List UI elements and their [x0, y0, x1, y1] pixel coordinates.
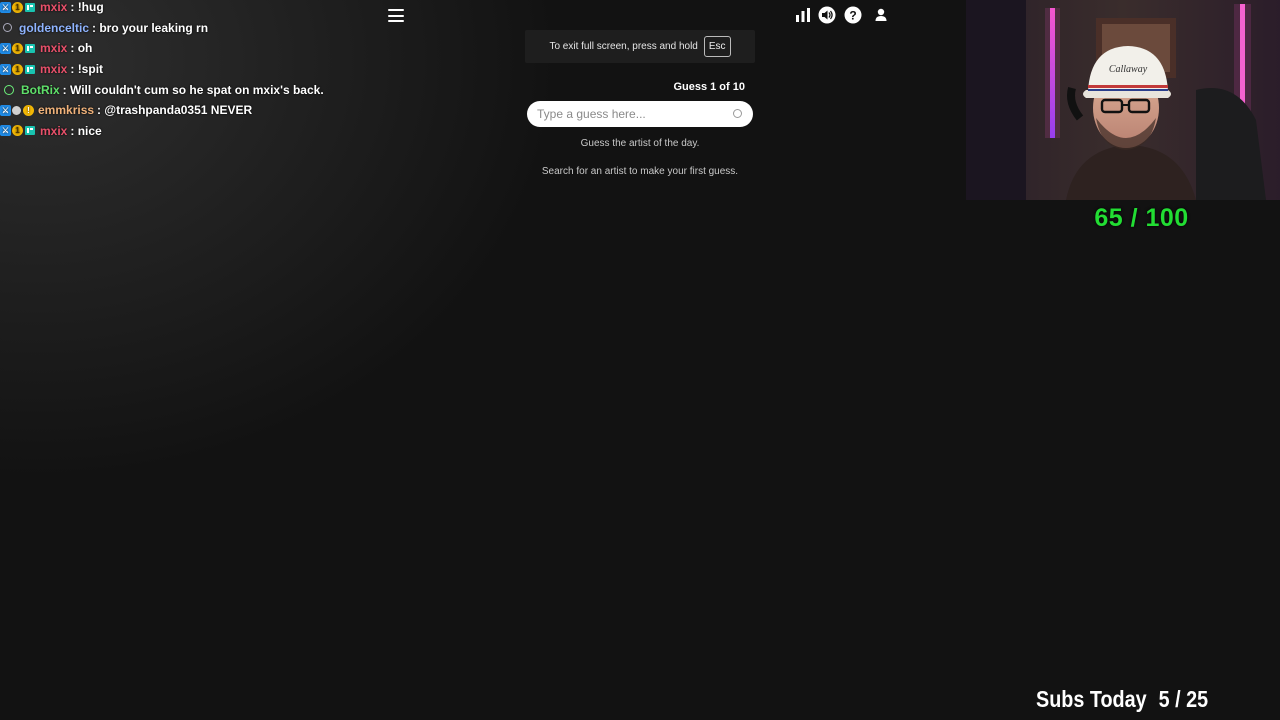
chat-username[interactable]: goldenceltic — [19, 18, 89, 38]
mod-badge-icon: ⚔ — [0, 104, 11, 116]
chat-username[interactable]: mxix — [40, 38, 67, 58]
sub-badge-icon: 1 — [12, 1, 23, 13]
chat-username[interactable]: mxix — [40, 121, 67, 141]
chat-text: : @trashpanda0351 NEVER — [97, 103, 253, 118]
guess-search-box[interactable] — [527, 101, 753, 127]
hint-primary: Guess the artist of the day. — [580, 138, 700, 149]
chat-message: ⚔! emmkriss: @trashpanda0351 NEVER — [0, 100, 520, 121]
chat-username[interactable]: BotRix — [21, 80, 60, 100]
chat-message: BotRix: Will couldn't cum so he spat on … — [0, 79, 520, 100]
streamer-webcam-image: Callaway — [966, 0, 1280, 200]
mod-badge-icon: ⚔ — [0, 125, 11, 137]
stats-icon[interactable] — [794, 6, 812, 24]
svg-text:Callaway: Callaway — [1109, 64, 1148, 75]
sub-badge-icon: 1 — [12, 125, 23, 137]
hint-secondary: Search for an artist to make your first … — [541, 166, 739, 177]
circle-badge-icon — [3, 23, 12, 33]
sub-badge-icon: 1 — [12, 63, 23, 75]
chat-text: : Will couldn't cum so he spat on mxix's… — [62, 82, 324, 97]
fullscreen-toast: To exit full screen, press and hold Esc — [525, 30, 755, 63]
mod-badge-icon: ⚔ — [0, 42, 11, 54]
chat-message: ⚔ 1 mxix: oh — [0, 38, 520, 59]
mod-badge-icon: ⚔ — [0, 63, 11, 75]
subs-value: 5 / 25 — [1158, 686, 1209, 712]
subs-label: Subs Today — [1036, 686, 1147, 712]
chat-text: : bro your leaking rn — [92, 20, 209, 35]
chat-message: goldenceltic: bro your leaking rn — [0, 18, 520, 39]
sub-badge-icon: 1 — [12, 42, 23, 54]
sound-icon[interactable] — [818, 6, 836, 24]
score-counter: 65 / 100 — [1094, 204, 1189, 232]
vip-badge-icon — [24, 2, 36, 13]
chat-text: : !spit — [70, 62, 104, 77]
chat-message: ⚔ 1 mxix: !hug — [0, 0, 520, 18]
subs-today-counter: Subs Today 5 / 25 — [1036, 686, 1234, 713]
help-icon[interactable]: ? — [844, 6, 862, 24]
vip-badge-icon — [24, 64, 36, 75]
mod-badge-icon: ⚔ — [0, 1, 11, 13]
chat-text: : !hug — [70, 0, 104, 15]
webcam-feed: Callaway — [966, 0, 1280, 200]
vip-badge-icon — [24, 43, 36, 54]
guess-input[interactable] — [537, 101, 722, 127]
chat-text: : oh — [70, 41, 93, 56]
svg-text:?: ? — [849, 8, 856, 22]
profile-icon[interactable] — [872, 6, 890, 24]
chat-username[interactable]: emmkriss — [38, 100, 94, 120]
gold-badge-icon: ! — [23, 104, 34, 116]
chat-message: ⚔ 1 mxix: !spit — [0, 59, 520, 80]
guess-counter: Guess 1 of 10 — [673, 81, 745, 93]
bot-badge-icon — [4, 84, 14, 95]
chat-overlay: ⚔ 1 mxix: !hug goldenceltic: bro your leaki… — [0, 0, 520, 141]
loading-spinner-icon — [733, 109, 742, 118]
menu-icon[interactable] — [388, 9, 404, 23]
chat-username[interactable]: mxix — [40, 0, 67, 17]
chat-username[interactable]: mxix — [40, 59, 67, 79]
grey-badge-icon — [12, 105, 21, 115]
chat-text: : nice — [70, 123, 102, 138]
chat-message: ⚔ 1 mxix: nice — [0, 121, 520, 142]
vip-badge-icon — [24, 125, 36, 136]
toast-text: To exit full screen, press and hold — [549, 41, 698, 52]
esc-key-hint: Esc — [703, 36, 731, 57]
